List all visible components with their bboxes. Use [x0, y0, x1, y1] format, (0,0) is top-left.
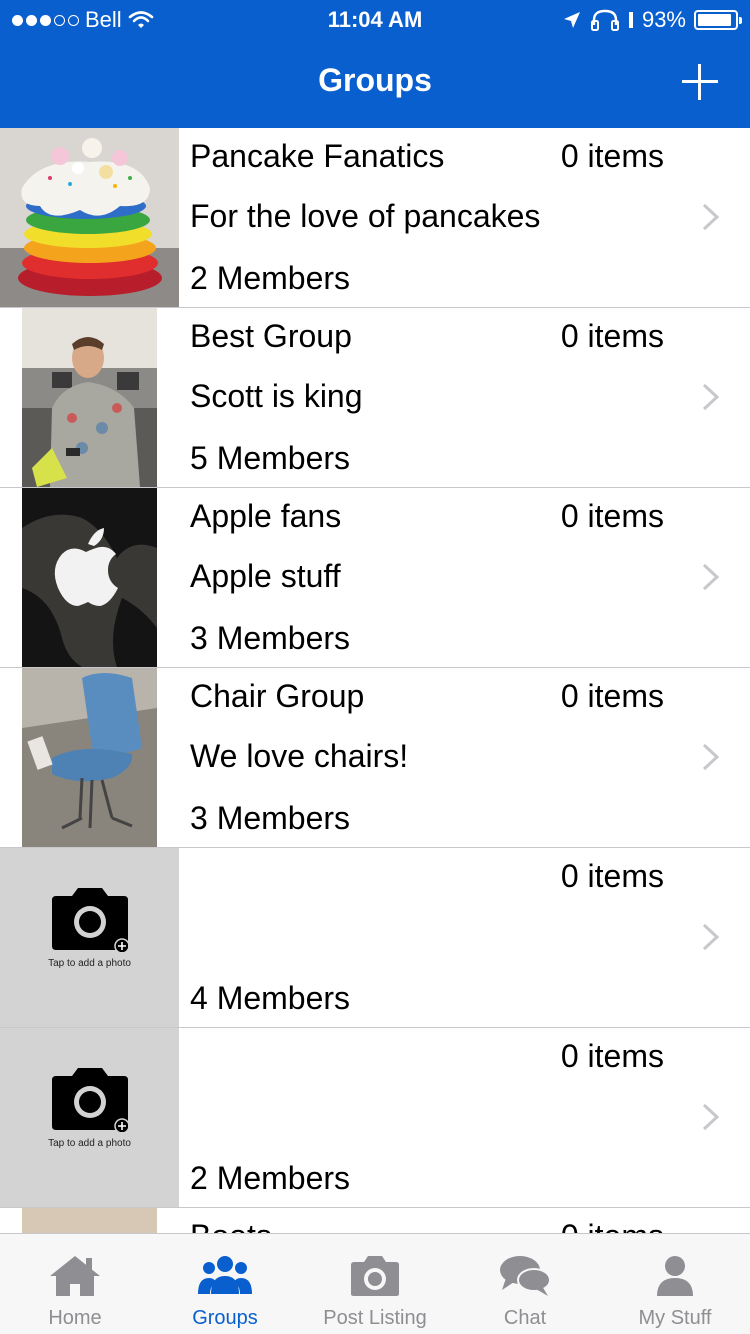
location-arrow-icon: [563, 12, 580, 28]
add-photo-placeholder[interactable]: Tap to add a photo: [0, 1028, 179, 1207]
tab-chat[interactable]: Chat: [450, 1234, 600, 1334]
group-description: For the love of pancakes: [190, 198, 541, 234]
tab-post-listing[interactable]: Post Listing: [300, 1234, 450, 1334]
add-photo-text: Tap to add a photo: [48, 1138, 131, 1149]
headphones-icon: [590, 9, 619, 31]
group-member-count: 2 Members: [190, 260, 351, 296]
chevron-right-icon: [702, 1103, 720, 1131]
groups-icon: [198, 1256, 252, 1294]
status-bar: Bell 11:04 AM 93%: [0, 0, 750, 40]
group-item-count: 0 items: [560, 858, 664, 894]
group-member-count: 2 Members: [190, 1160, 351, 1196]
group-row[interactable]: Best Group 0 items Scott is king 5 Membe…: [0, 308, 750, 488]
group-member-count: 4 Members: [190, 980, 351, 1016]
group-item-count: 0 items: [560, 678, 664, 714]
app-screen: Bell 11:04 AM 93% Groups Pancake Fanatic…: [0, 0, 750, 1334]
group-name: Apple fans: [190, 498, 342, 534]
add-group-button[interactable]: [678, 60, 722, 104]
group-list: Pancake Fanatics 0 items For the love of…: [0, 128, 750, 1234]
group-item-count: 0 items: [561, 1218, 664, 1234]
tab-label: Groups: [192, 1307, 258, 1329]
tab-groups[interactable]: Groups: [150, 1234, 300, 1334]
chevron-right-icon: [702, 203, 720, 231]
group-thumbnail-apple-logo: [22, 488, 157, 667]
camera-icon: [351, 1256, 399, 1296]
group-member-count: 3 Members: [190, 620, 351, 656]
group-row[interactable]: Apple fans 0 items Apple stuff 3 Members: [0, 488, 750, 668]
group-thumbnail-blue-chair: [22, 668, 157, 847]
group-row[interactable]: Chair Group 0 items We love chairs! 3 Me…: [0, 668, 750, 848]
camera-add-icon: [52, 888, 128, 952]
battery-percentage: 93%: [641, 7, 686, 32]
person-icon: [657, 1256, 693, 1296]
group-member-count: 5 Members: [190, 440, 351, 476]
group-thumbnail-man-with-phone: [22, 308, 157, 487]
tab-label: Chat: [503, 1307, 547, 1329]
group-item-count: 0 items: [560, 1038, 664, 1074]
tab-label: My Stuff: [638, 1307, 712, 1329]
group-name: Boots: [190, 1218, 272, 1234]
group-row[interactable]: Boots 0 items: [0, 1208, 750, 1234]
chevron-right-icon: [702, 383, 720, 411]
battery-icon: [694, 10, 742, 30]
tab-home[interactable]: Home: [0, 1234, 150, 1334]
group-item-count: 0 items: [560, 498, 664, 534]
group-item-count: 0 items: [560, 318, 664, 354]
group-name: Pancake Fanatics: [190, 138, 445, 174]
chevron-right-icon: [702, 743, 720, 771]
tab-label: Post Listing: [323, 1307, 427, 1329]
tab-label: Home: [48, 1307, 102, 1329]
group-row[interactable]: Tap to add a photo 0 items 4 Members: [0, 848, 750, 1028]
chat-icon: [500, 1256, 551, 1296]
page-title: Groups: [318, 62, 432, 98]
tab-my-stuff[interactable]: My Stuff: [600, 1234, 750, 1334]
chevron-right-icon: [702, 563, 720, 591]
group-name: Best Group: [190, 318, 352, 354]
group-description: Apple stuff: [190, 558, 341, 594]
home-icon: [50, 1256, 100, 1296]
group-description: Scott is king: [190, 378, 363, 414]
group-thumbnail-pancakes: [0, 128, 179, 307]
tab-bar: Home Groups Post Listing Chat My Stuff: [0, 1233, 750, 1334]
chevron-right-icon: [702, 923, 720, 951]
group-description: We love chairs!: [190, 738, 409, 774]
group-name: Chair Group: [190, 678, 365, 714]
status-right: 93%: [562, 0, 742, 40]
group-row[interactable]: Pancake Fanatics 0 items For the love of…: [0, 128, 750, 308]
battery-charge-small-icon: [628, 12, 633, 28]
group-member-count: 3 Members: [190, 800, 351, 836]
group-item-count: 0 items: [560, 138, 664, 174]
camera-add-icon: [52, 1068, 128, 1132]
group-row[interactable]: Tap to add a photo 0 items 2 Members: [0, 1028, 750, 1208]
top-bar: Bell 11:04 AM 93% Groups: [0, 0, 750, 128]
group-thumbnail-boots: [22, 1208, 157, 1234]
add-photo-text: Tap to add a photo: [48, 958, 131, 969]
add-photo-placeholder[interactable]: Tap to add a photo: [0, 848, 179, 1027]
